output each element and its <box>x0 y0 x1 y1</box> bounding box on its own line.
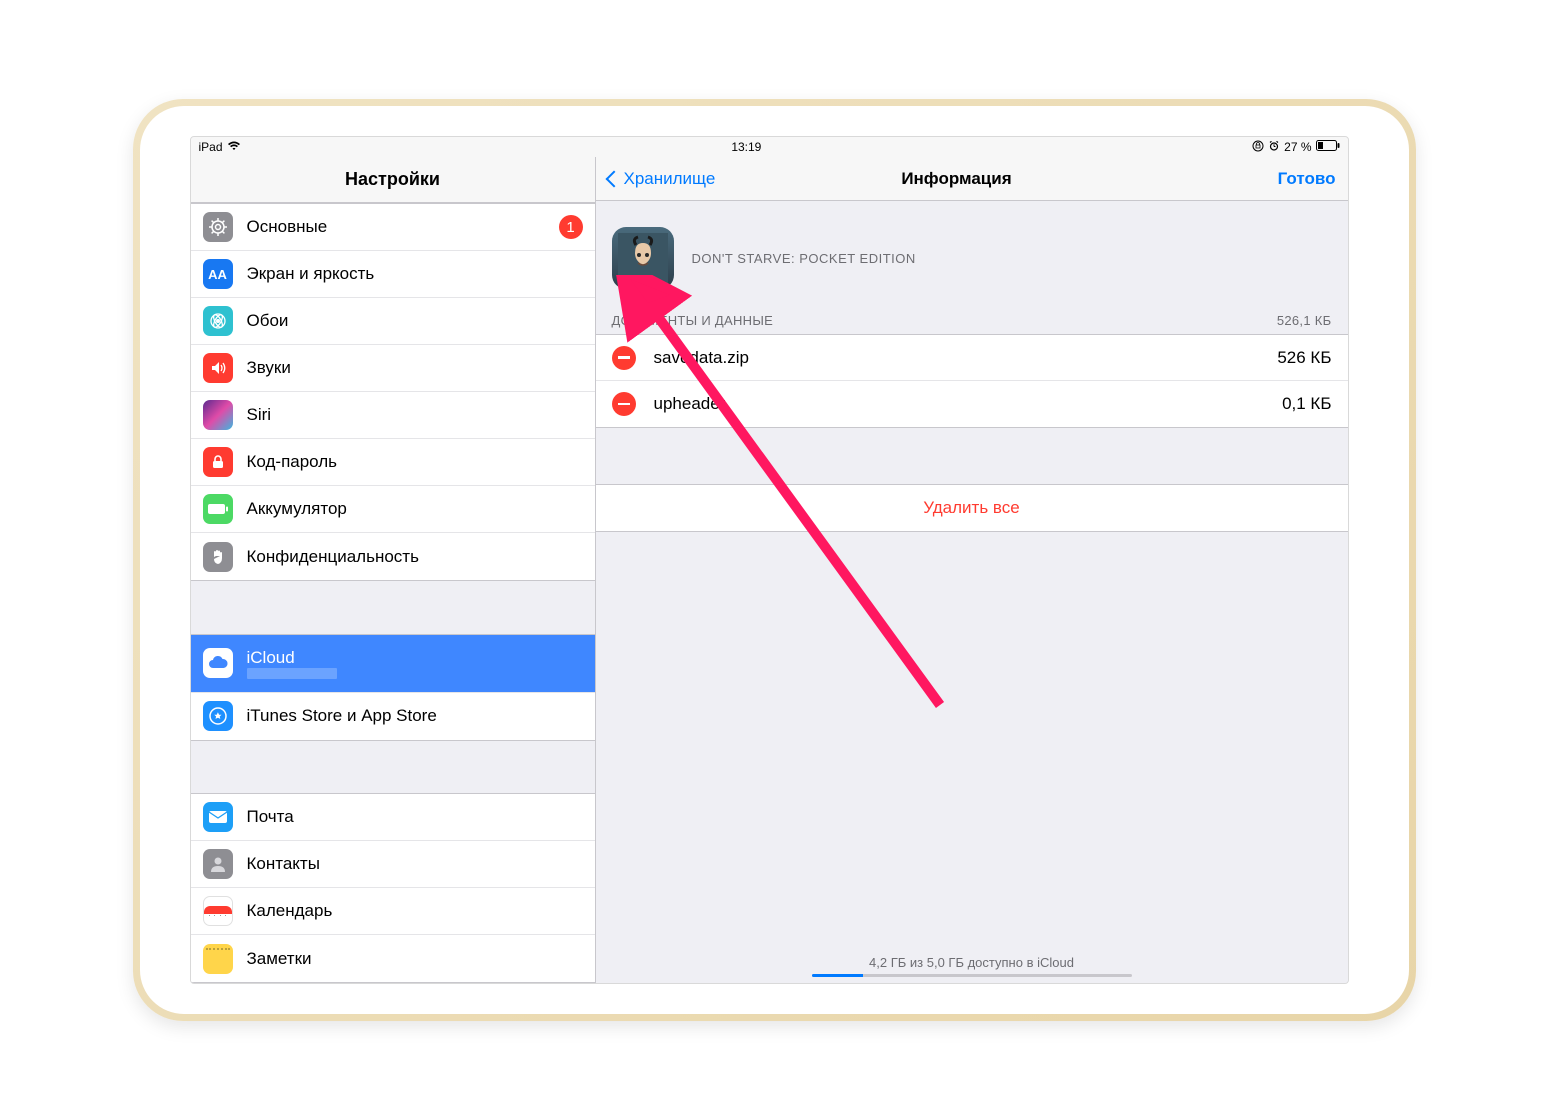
document-list: savedata.zip 526 КБ upheader 0,1 КБ <box>596 334 1348 428</box>
sidebar-item-sublabel <box>247 668 337 679</box>
sidebar-item-label: Календарь <box>247 901 583 921</box>
notification-badge: 1 <box>559 215 583 239</box>
nav-bar: Хранилище Информация Готово <box>596 157 1348 201</box>
sidebar-item-wallpaper[interactable]: Обои <box>191 298 595 345</box>
clock: 13:19 <box>241 140 1253 154</box>
storage-progress-fill <box>812 974 863 977</box>
lock-rotation-icon <box>1252 140 1264 155</box>
sidebar-item-display[interactable]: AA Экран и яркость <box>191 251 595 298</box>
sidebar-item-siri[interactable]: Siri <box>191 392 595 439</box>
sidebar-item-sounds[interactable]: Звуки <box>191 345 595 392</box>
notes-icon <box>203 944 233 974</box>
sidebar-item-mail[interactable]: Почта <box>191 794 595 841</box>
sidebar-item-label: iTunes Store и App Store <box>247 706 583 726</box>
sidebar-item-label: Аккумулятор <box>247 499 583 519</box>
storage-text: 4,2 ГБ из 5,0 ГБ доступно в iCloud <box>596 955 1348 970</box>
sidebar-item-label: Почта <box>247 807 583 827</box>
calendar-icon <box>203 896 233 926</box>
sidebar-item-label: Обои <box>247 311 583 331</box>
brightness-icon: AA <box>203 259 233 289</box>
lock-icon <box>203 447 233 477</box>
privacy-icon <box>203 542 233 572</box>
storage-footer: 4,2 ГБ из 5,0 ГБ доступно в iCloud <box>596 955 1348 977</box>
wifi-icon <box>227 140 241 154</box>
document-size: 0,1 КБ <box>1282 394 1331 414</box>
action-list: Удалить все <box>596 484 1348 532</box>
sidebar-item-label: Звуки <box>247 358 583 378</box>
delete-all-button[interactable]: Удалить все <box>596 485 1348 531</box>
mail-icon <box>203 802 233 832</box>
sidebar-item-label: Заметки <box>247 949 583 969</box>
wallpaper-icon <box>203 306 233 336</box>
app-header: DON'T STARVE: POCKET EDITION <box>596 201 1348 307</box>
cloud-icon <box>203 648 233 678</box>
sidebar-item-general[interactable]: Основные 1 <box>191 204 595 251</box>
sound-icon <box>203 353 233 383</box>
app-icon <box>612 227 674 289</box>
sidebar-item-notes[interactable]: Заметки <box>191 935 595 982</box>
detail-pane: Хранилище Информация Готово DON'T STARVE… <box>596 157 1348 983</box>
done-button[interactable]: Готово <box>1278 169 1336 189</box>
sidebar-item-contacts[interactable]: Контакты <box>191 841 595 888</box>
sidebar-item-calendar[interactable]: Календарь <box>191 888 595 935</box>
appstore-icon <box>203 701 233 731</box>
sidebar-item-privacy[interactable]: Конфиденциальность <box>191 533 595 580</box>
document-row[interactable]: savedata.zip 526 КБ <box>596 335 1348 381</box>
sidebar-item-label: Конфиденциальность <box>247 547 583 567</box>
sidebar-title: Настройки <box>191 157 595 203</box>
document-row[interactable]: upheader 0,1 КБ <box>596 381 1348 427</box>
sidebar-item-label: Экран и яркость <box>247 264 583 284</box>
section-header: ДОКУМЕНТЫ И ДАННЫЕ 526,1 КБ <box>596 307 1348 334</box>
settings-sidebar: Настройки Основные 1 AA Экран и яркость <box>191 157 596 983</box>
storage-progress <box>812 974 1132 977</box>
page-title: Информация <box>635 169 1277 189</box>
section-size: 526,1 КБ <box>1277 313 1332 328</box>
delete-row-button[interactable] <box>612 346 636 370</box>
delete-row-button[interactable] <box>612 392 636 416</box>
document-name: savedata.zip <box>654 348 1278 368</box>
contacts-icon <box>203 849 233 879</box>
alarm-icon <box>1268 140 1280 155</box>
sidebar-item-label: Основные <box>247 217 559 237</box>
siri-icon <box>203 400 233 430</box>
sidebar-item-battery[interactable]: Аккумулятор <box>191 486 595 533</box>
sidebar-item-itunes[interactable]: iTunes Store и App Store <box>191 693 595 740</box>
chevron-left-icon <box>605 170 622 187</box>
sidebar-item-passcode[interactable]: Код-пароль <box>191 439 595 486</box>
battery-icon <box>203 494 233 524</box>
sidebar-item-label: Контакты <box>247 854 583 874</box>
sidebar-item-icloud[interactable]: iCloud <box>191 635 595 693</box>
section-title: ДОКУМЕНТЫ И ДАННЫЕ <box>612 313 774 328</box>
status-bar: iPad 13:19 27 % <box>191 137 1348 157</box>
sidebar-item-label: iCloud <box>247 648 337 668</box>
sidebar-item-label: Siri <box>247 405 583 425</box>
sidebar-item-label: Код-пароль <box>247 452 583 472</box>
battery-icon <box>1316 140 1340 154</box>
gear-icon <box>203 212 233 242</box>
document-size: 526 КБ <box>1277 348 1331 368</box>
document-name: upheader <box>654 394 1283 414</box>
app-name: DON'T STARVE: POCKET EDITION <box>692 251 916 266</box>
battery-percent: 27 % <box>1284 140 1311 154</box>
device-label: iPad <box>199 140 223 154</box>
